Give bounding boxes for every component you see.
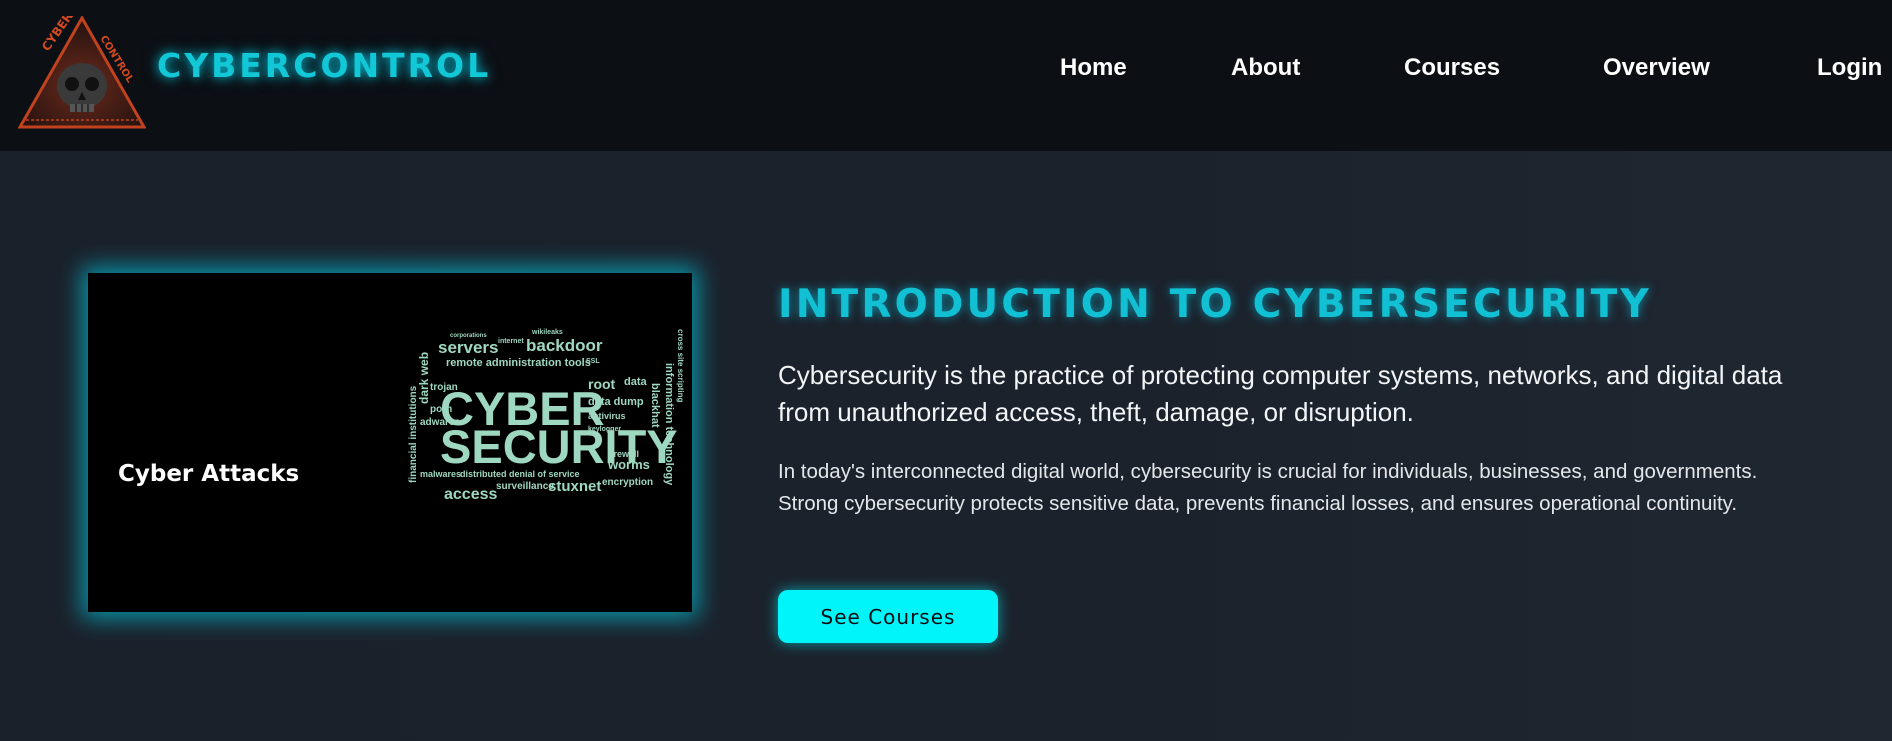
- nav-about[interactable]: About: [1231, 54, 1300, 82]
- cybersecurity-wordcloud: dark web servers backdoor remote adminis…: [408, 329, 685, 503]
- wordcloud-word: cross site scripting: [676, 329, 685, 402]
- wordcloud-word: worms: [607, 457, 650, 472]
- wordcloud-word: access: [444, 486, 497, 503]
- brand-name[interactable]: CYBERCONTROL: [157, 46, 491, 85]
- nav-login[interactable]: Login: [1817, 54, 1882, 82]
- wordcloud-word: data dump: [588, 396, 644, 408]
- see-courses-button[interactable]: See Courses: [778, 590, 998, 643]
- nav-overview[interactable]: Overview: [1603, 54, 1710, 82]
- wordcloud-word: backdoor: [526, 336, 603, 355]
- wordcloud-word: SSL: [586, 358, 600, 365]
- skull-triangle-logo-icon[interactable]: CYBER CONTROL: [18, 16, 146, 129]
- wordcloud-word: porn: [430, 404, 452, 415]
- image-caption: Cyber Attacks: [118, 461, 300, 487]
- wordcloud-word: keylogger: [588, 426, 621, 433]
- wordcloud-word: remote administration tools: [446, 357, 591, 369]
- wordcloud-word: stuxnet: [548, 478, 601, 495]
- navbar: CYBER CONTROL CYBERCONTROL Home About Co…: [0, 0, 1892, 151]
- wordcloud-word: corporations: [450, 333, 487, 339]
- wordcloud-word: trojan: [430, 382, 458, 393]
- hero-body: In today's interconnected digital world,…: [778, 460, 1758, 515]
- hero-image: Cyber Attacks dark web servers backdoor …: [88, 273, 692, 612]
- wordcloud-word: surveillance: [496, 481, 554, 492]
- nav-home[interactable]: Home: [1060, 54, 1127, 82]
- wordcloud-word: dark web: [417, 352, 431, 404]
- wordcloud-word: wikileaks: [531, 329, 563, 336]
- wordcloud-word: data: [624, 376, 648, 388]
- wordcloud-word: root: [588, 376, 616, 392]
- wordcloud-word: financial institutions: [408, 385, 419, 483]
- hero-title: INTRODUCTION TO CYBERSECURITY: [778, 282, 1652, 327]
- hero-lead: Cybersecurity is the practice of protect…: [778, 360, 1783, 427]
- wordcloud-word: malwares: [420, 469, 461, 479]
- wordcloud-word: servers: [438, 338, 499, 357]
- wordcloud-word: firewall: [608, 449, 639, 459]
- wordcloud-word: internet: [498, 338, 524, 345]
- nav-courses[interactable]: Courses: [1404, 54, 1500, 82]
- wordcloud-word: encryption: [602, 477, 653, 488]
